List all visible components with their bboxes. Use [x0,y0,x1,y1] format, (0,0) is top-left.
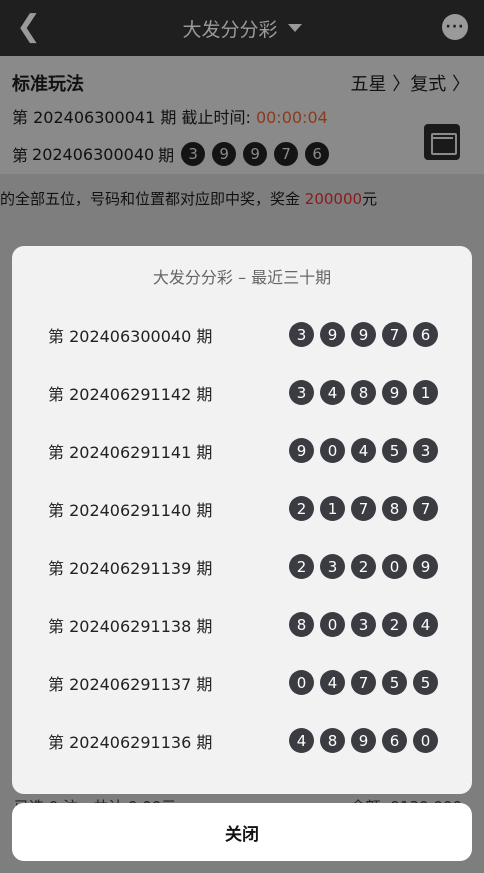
result-ball: 9 [320,322,345,347]
prize-amount: 200000 [304,190,363,208]
result-ball: 2 [289,554,314,579]
last-result-ball: 7 [274,142,299,166]
top-nav: ❮ 大发分分彩 ··· [0,0,484,56]
result-ball: 3 [413,438,438,463]
list-item: 第 202406291138 期 8 0 3 2 4 [12,596,472,654]
modal-title: 大发分分彩 – 最近三十期 [152,268,332,287]
list-item: 第 202406300040 期 3 9 9 7 6 [12,306,472,364]
result-ball: 5 [382,670,407,695]
caret-down-icon [287,24,302,32]
calendar-icon[interactable] [424,124,460,160]
result-ball: 2 [289,496,314,521]
result-ball: 0 [382,554,407,579]
result-ball: 0 [289,670,314,695]
mode-selector[interactable]: 五星 〉复式 〉 [351,70,470,96]
result-ball: 7 [382,322,407,347]
rule-description: 的全部五位，号码和位置都对应即中奖，奖金 200000元 [0,190,378,208]
result-ball: 7 [413,496,438,521]
result-ball: 3 [320,554,345,579]
result-ball: 8 [320,728,345,753]
history-modal: 大发分分彩 – 最近三十期 第 202406300040 期 3 9 9 7 6… [12,246,472,794]
result-ball: 3 [289,322,314,347]
result-ball: 8 [382,496,407,521]
current-issue-line: 第 202406300041 期 截止时间: 00:00:04 [12,108,328,127]
result-ball: 4 [413,612,438,637]
list-item: 第 202406291140 期 2 1 7 8 7 [12,480,472,538]
issue-label: 第 202406291138 期 [48,617,213,636]
result-ball: 3 [289,380,314,405]
result-ball: 7 [351,496,376,521]
result-ball: 0 [413,728,438,753]
current-issue-number: 202406300041 [33,108,156,127]
result-ball: 4 [351,438,376,463]
result-ball: 9 [351,322,376,347]
last-result-ball: 9 [243,142,268,166]
issue-label: 第 202406291139 期 [48,559,213,578]
play-type-label: 标准玩法 [12,74,84,95]
issue-label: 第 202406291141 期 [48,443,213,462]
result-ball: 0 [320,438,345,463]
result-ball: 4 [320,380,345,405]
countdown-timer: 00:00:04 [255,108,328,127]
result-ball: 6 [413,322,438,347]
issue-label: 第 202406291137 期 [48,675,213,694]
result-ball: 5 [382,438,407,463]
result-ball: 5 [413,670,438,695]
result-ball: 2 [382,612,407,637]
last-issue-number: 202406300040 [32,144,155,164]
result-ball: 7 [351,670,376,695]
list-item: 第 202406291141 期 9 0 4 5 3 [12,422,472,480]
list-item: 第 202406291137 期 0 4 7 5 5 [12,654,472,712]
history-list[interactable]: 第 202406300040 期 3 9 9 7 6 第 20240629114… [12,306,472,770]
list-item: 第 202406291136 期 4 8 9 6 0 [12,712,472,770]
issue-label: 第 202406291136 期 [48,733,213,752]
result-ball: 4 [320,670,345,695]
result-ball: 6 [382,728,407,753]
list-item: 第 202406291139 期 2 3 2 0 9 [12,538,472,596]
issue-label: 第 202406291142 期 [48,385,213,404]
result-ball: 2 [351,554,376,579]
result-ball: 0 [320,612,345,637]
last-result-ball: 3 [181,142,206,166]
result-ball: 1 [320,496,345,521]
issue-label: 第 202406300040 期 [48,327,213,346]
list-item: 第 202406291142 期 3 4 8 9 1 [12,364,472,422]
issue-info-panel: 标准玩法 五星 〉复式 〉 第 202406300041 期 截止时间: 00:… [0,56,484,174]
result-ball: 9 [382,380,407,405]
last-result-ball: 9 [212,142,237,166]
result-ball: 9 [413,554,438,579]
result-ball: 4 [289,728,314,753]
close-button[interactable]: 关闭 [12,803,472,861]
chat-bubble-icon[interactable]: ··· [442,14,468,40]
last-result-ball: 6 [305,142,330,166]
result-ball: 9 [289,438,314,463]
result-ball: 9 [351,728,376,753]
result-ball: 1 [413,380,438,405]
last-issue-line: 第 202406300040 期 3 9 9 7 6 [12,142,330,166]
chevron-left-icon[interactable]: ❮ [16,12,41,42]
nav-title: 大发分分彩 [182,18,278,41]
result-ball: 8 [289,612,314,637]
result-ball: 3 [351,612,376,637]
result-ball: 8 [351,380,376,405]
lottery-selector[interactable]: 大发分分彩 [182,15,302,42]
issue-label: 第 202406291140 期 [48,501,213,520]
